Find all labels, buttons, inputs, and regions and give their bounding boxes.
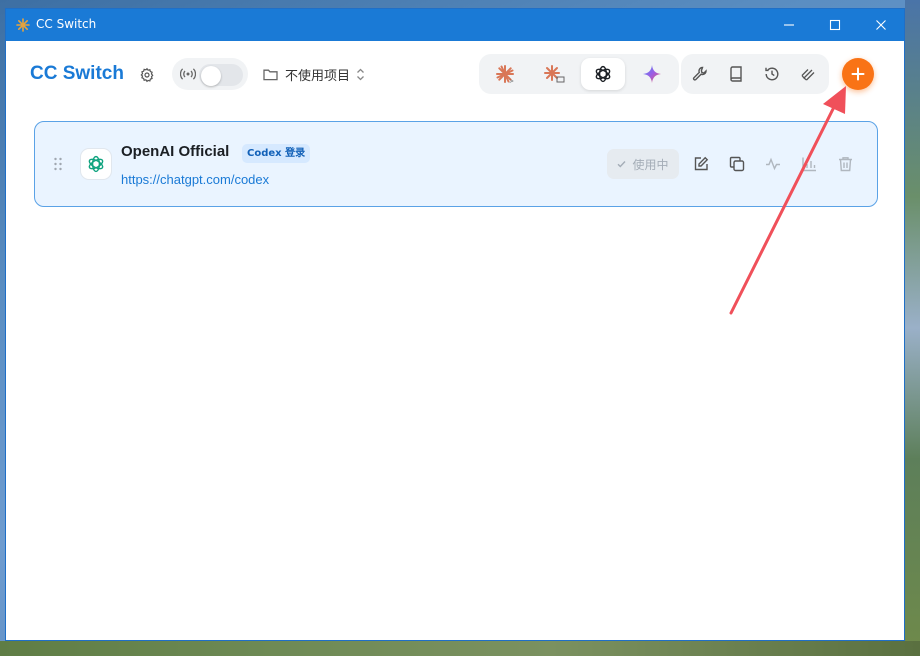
gear-icon bbox=[140, 67, 154, 83]
app-tabs: >_ bbox=[479, 54, 679, 94]
edit-button[interactable] bbox=[690, 153, 712, 175]
provider-url-link[interactable]: https://chatgpt.com/codex bbox=[121, 172, 269, 187]
add-provider-button[interactable] bbox=[842, 58, 874, 90]
maximize-button[interactable] bbox=[812, 9, 858, 41]
speed-test-button[interactable] bbox=[762, 153, 784, 175]
chevron-up-down-icon bbox=[357, 68, 364, 80]
folder-icon bbox=[263, 69, 278, 80]
broadcast-icon bbox=[180, 68, 196, 80]
svg-text:>_: >_ bbox=[509, 78, 515, 84]
activity-icon bbox=[766, 157, 780, 171]
gemini-icon bbox=[643, 65, 661, 83]
proxy-toggle-switch[interactable] bbox=[199, 64, 243, 86]
desktop-background-bottom bbox=[0, 641, 920, 656]
close-button[interactable] bbox=[858, 9, 904, 41]
drag-handle-icon[interactable] bbox=[53, 157, 63, 171]
tool-buttons bbox=[681, 54, 829, 94]
openai-icon bbox=[595, 65, 611, 83]
trash-icon bbox=[838, 157, 852, 172]
usage-stats-button[interactable] bbox=[798, 153, 820, 175]
mcp-tools-button[interactable] bbox=[687, 62, 713, 86]
copy-icon bbox=[729, 156, 745, 172]
settings-button[interactable] bbox=[136, 64, 158, 86]
delete-button[interactable] bbox=[834, 153, 856, 175]
in-use-label: 使用中 bbox=[632, 157, 669, 172]
toggle-knob bbox=[201, 66, 221, 86]
chart-icon bbox=[802, 157, 816, 172]
title-bar[interactable]: CC Switch bbox=[6, 9, 904, 41]
edit-icon bbox=[694, 156, 709, 171]
app-window: CC Switch CC Switch 不使用项目 > OpenAI Offic… bbox=[5, 8, 905, 641]
claude-desktop-icon bbox=[544, 65, 565, 83]
openai-icon bbox=[88, 155, 104, 173]
proxy-toggle-group bbox=[172, 58, 248, 90]
provider-logo bbox=[80, 148, 112, 180]
history-button[interactable] bbox=[759, 62, 785, 86]
app-logo-icon bbox=[16, 18, 30, 32]
duplicate-button[interactable] bbox=[726, 153, 748, 175]
tab-gemini[interactable] bbox=[630, 58, 674, 90]
in-use-button[interactable]: 使用中 bbox=[607, 149, 679, 179]
provider-card[interactable]: OpenAI Official Codex 登录 https://chatgpt… bbox=[34, 121, 878, 207]
provider-badge: Codex 登录 bbox=[242, 144, 311, 163]
stack-icon bbox=[801, 69, 815, 81]
maximize-icon bbox=[829, 19, 841, 31]
check-icon bbox=[617, 161, 626, 168]
minimize-icon bbox=[784, 24, 794, 26]
project-selector[interactable]: 不使用项目 bbox=[263, 64, 372, 84]
tab-claude[interactable]: >_ bbox=[483, 58, 527, 90]
history-icon bbox=[765, 67, 779, 81]
desktop-background bbox=[905, 0, 920, 656]
provider-name: OpenAI Official bbox=[121, 143, 230, 160]
plus-icon bbox=[851, 67, 865, 81]
tab-claude-desktop[interactable] bbox=[532, 58, 576, 90]
close-icon bbox=[876, 20, 886, 30]
project-selector-label: 不使用项目 bbox=[285, 68, 351, 84]
claude-icon: >_ bbox=[496, 65, 515, 84]
app-title: CC Switch bbox=[30, 63, 124, 84]
tab-codex[interactable] bbox=[581, 58, 625, 90]
wrench-icon bbox=[692, 66, 707, 81]
minimize-button[interactable] bbox=[766, 9, 812, 41]
skills-button[interactable] bbox=[795, 62, 821, 86]
book-icon bbox=[730, 66, 742, 82]
prompts-button[interactable] bbox=[723, 62, 749, 86]
window-title: CC Switch bbox=[36, 17, 97, 31]
